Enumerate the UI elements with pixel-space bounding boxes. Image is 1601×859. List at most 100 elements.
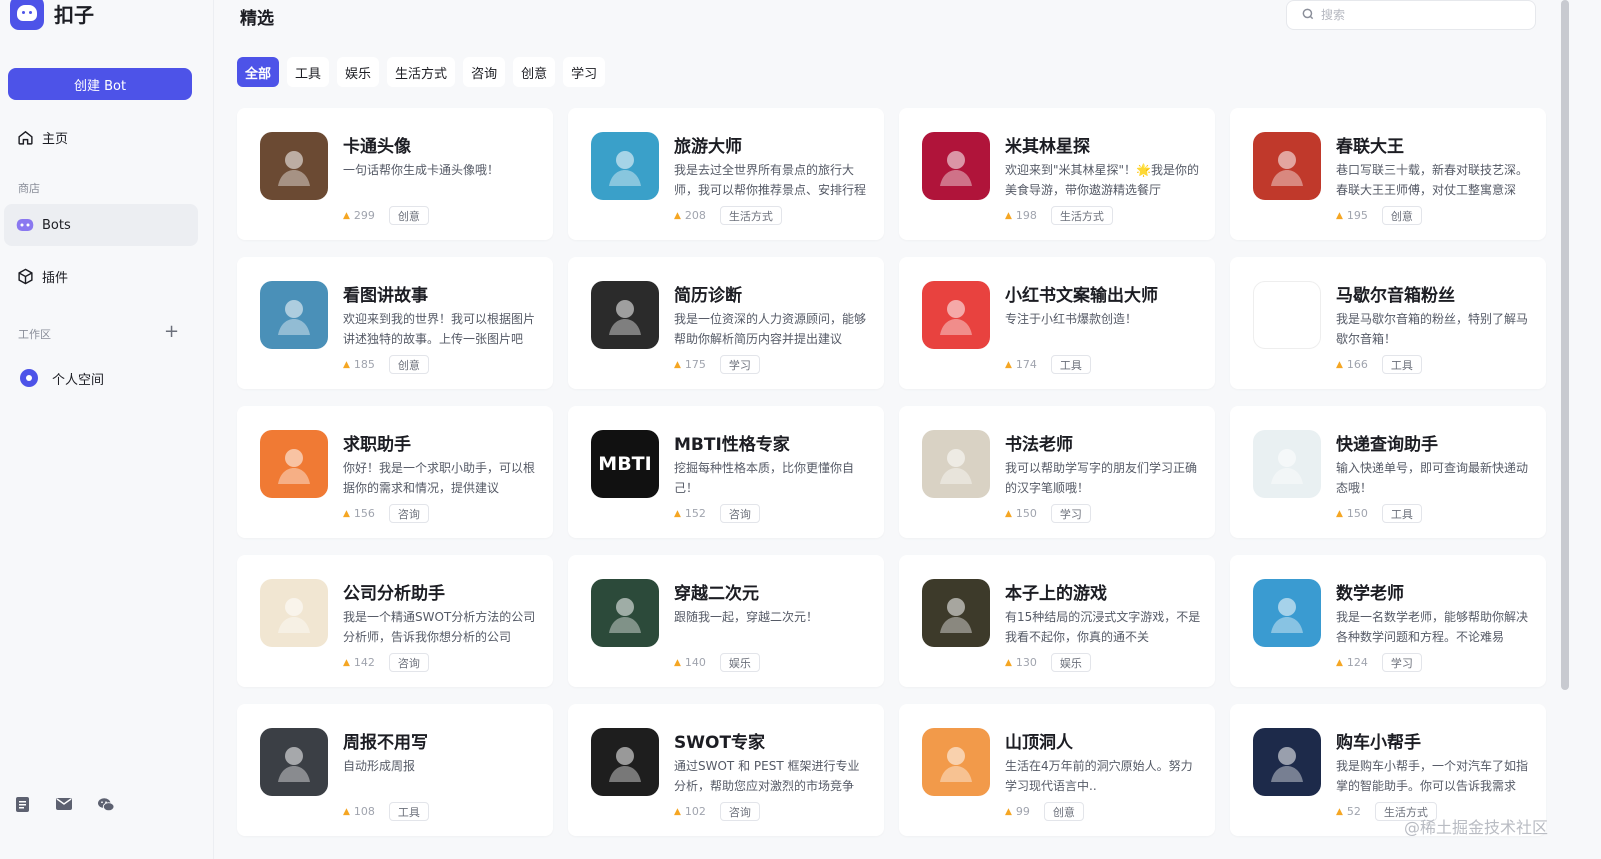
bot-meta: ▲ 124 学习 — [1336, 653, 1422, 672]
tab-learning[interactable]: 学习 — [563, 57, 606, 87]
traveler-icon — [591, 132, 659, 200]
bot-card[interactable]: 求职助手 你好！我是一个求职小助手，可以根据你的需求和情况，提供建议 ▲ 156 咨询 — [237, 406, 553, 538]
workspace-section-label: 工作区 — [18, 328, 51, 341]
sidebar-item-home[interactable]: 主页 — [4, 116, 198, 158]
company-chart-icon — [260, 579, 328, 647]
search-input[interactable] — [1321, 8, 1501, 22]
bot-title: 数学老师 — [1336, 584, 1404, 604]
bot-popularity-count: 150 — [1015, 507, 1037, 520]
bot-card[interactable]: 数学老师我是一名数学老师，能够帮助你解决各种数学问题和方程。不论难易 ▲ 124 学习 — [1230, 555, 1546, 687]
bot-card[interactable]: 卡通头像 一句话帮你生成卡通头像哦！ ▲ 299 创意 — [237, 108, 553, 240]
job-assistant-icon — [260, 430, 328, 498]
bot-card[interactable]: 周报不用写 自动形成周报 ▲ 108 工具 — [237, 704, 553, 836]
flame-icon: ▲ — [343, 359, 350, 370]
app-logo[interactable]: 扣子 — [10, 0, 94, 30]
bot-card[interactable]: 简历诊断 我是一位资深的人力资源顾问，能够帮助你解析简历内容并提出建议 ▲ 175 学习 — [568, 257, 884, 389]
bot-category-tag: 创意 — [1381, 206, 1422, 225]
bot-title: 周报不用写 — [343, 733, 428, 753]
bot-meta: ▲ 150 学习 — [1005, 504, 1091, 523]
bot-card[interactable]: 看图讲故事 欢迎来到我的世界！我可以根据图片讲述独特的故事。上传一张图片吧 ▲ 185… — [237, 257, 553, 389]
bot-card[interactable]: 山顶洞人 生活在4万年前的洞穴原始人。努力学习现代语言中.. ▲ 99 创意 — [899, 704, 1215, 836]
flame-icon: ▲ — [674, 657, 681, 668]
tab-all[interactable]: 全部 — [237, 57, 280, 87]
bot-card[interactable]: 小红书文案输出大师 专注于小红书爆款创造！ ▲ 174 工具 — [899, 257, 1215, 389]
recruiter-icon — [591, 281, 659, 349]
bot-meta: ▲ 166 工具 — [1336, 355, 1422, 374]
bot-title: 购车小帮手 — [1336, 733, 1421, 753]
bot-description: 跟随我一起，穿越二次元！ — [674, 610, 819, 624]
bot-meta: ▲ 198 生活方式 — [1005, 206, 1113, 225]
bot-card[interactable]: SWOT专家 通过SWOT 和 PEST 框架进行专业分析，帮助您应对激烈的市场竞… — [568, 704, 884, 836]
avatar-text: MBTI — [598, 453, 652, 475]
bot-popularity-count: 166 — [1346, 358, 1368, 371]
bot-popularity-count: 156 — [353, 507, 375, 520]
mail-icon[interactable] — [56, 796, 72, 812]
page-title: 精选 — [240, 9, 274, 29]
bot-category-tag: 工具 — [1381, 355, 1422, 374]
tab-creative[interactable]: 创意 — [513, 57, 556, 87]
flame-icon: ▲ — [1005, 210, 1012, 221]
tab-tools[interactable]: 工具 — [287, 57, 330, 87]
tab-lifestyle[interactable]: 生活方式 — [387, 57, 456, 87]
bot-card[interactable]: MBTI MBTI性格专家 挖掘每种性格本质，比你更懂你自己！ ▲ 152 咨询 — [568, 406, 884, 538]
bot-card[interactable]: 旅游大师 我是去过全世界所有景点的旅行大师，我可以帮你推荐景点、安排行程 ▲ 208 生… — [568, 108, 884, 240]
flame-icon: ▲ — [343, 657, 350, 668]
scrollbar-thumb[interactable] — [1561, 0, 1569, 690]
bot-category-tag: 工具 — [1381, 504, 1422, 523]
bot-meta: ▲ 130 娱乐 — [1005, 653, 1091, 672]
cube-icon — [16, 267, 34, 285]
bot-card[interactable]: 马歇尔音箱粉丝 我是马歇尔音箱的粉丝，特别了解马歇尔音箱！ ▲ 166 工具 — [1230, 257, 1546, 389]
main-content: 精选 全部 工具 娱乐 生活方式 咨询 创意 学习 卡通头像一句话帮你生成卡通头… — [214, 0, 1561, 859]
bot-title: 穿越二次元 — [674, 584, 759, 604]
bot-description: 你好！我是一个求职小助手，可以根据你的需求和情况，提供建议 — [343, 461, 536, 495]
store-section-label: 商店 — [18, 182, 40, 195]
bot-description: 通过SWOT 和 PEST 框架进行专业分析，帮助您应对激烈的市场竞争 — [674, 759, 860, 793]
xiaohongshu-icon — [922, 281, 990, 349]
flame-icon: ▲ — [1005, 508, 1012, 519]
sidebar: 扣子 创建 Bot 主页 商店 Bots 插件 工作区 + 个人空间 — [0, 0, 214, 859]
bot-card[interactable]: 穿越二次元 跟随我一起，穿越二次元！ ▲ 140 娱乐 — [568, 555, 884, 687]
bot-popularity-count: 99 — [1015, 805, 1030, 818]
bot-card[interactable]: 春联大王 巷口写联三十载，新春对联技艺深。春联大王王师傅，对仗工整寓意深 ▲ 195 创… — [1230, 108, 1546, 240]
bot-description: 我是一位资深的人力资源顾问，能够帮助你解析简历内容并提出建议 — [674, 312, 867, 346]
anime-character-icon — [591, 579, 659, 647]
flame-icon: ▲ — [674, 508, 681, 519]
create-bot-button[interactable]: 创建 Bot — [8, 68, 192, 100]
delivery-truck-icon — [1253, 430, 1321, 498]
bot-card[interactable]: 米其林星探 欢迎来到"米其林星探"！🌟我是你的美食导游，带你遨游精选餐厅 ▲ 198 生… — [899, 108, 1215, 240]
bot-popularity-count: 208 — [684, 209, 706, 222]
flame-icon: ▲ — [1336, 508, 1343, 519]
bot-popularity-count: 174 — [1015, 358, 1037, 371]
sidebar-item-plugins[interactable]: 插件 — [4, 255, 198, 297]
sidebar-item-label: 插件 — [42, 270, 69, 286]
bot-popularity-count: 108 — [353, 805, 375, 818]
bot-card[interactable]: 书法老师 我可以帮助学写字的朋友们学习正确的汉字笔顺哦！ ▲ 150 学习 — [899, 406, 1215, 538]
bot-title: 卡通头像 — [343, 137, 411, 157]
bot-popularity-count: 142 — [353, 656, 375, 669]
bot-category-tag: 工具 — [388, 802, 429, 821]
bot-description: 我是去过全世界所有景点的旅行大师，我可以帮你推荐景点、安排行程 — [674, 163, 867, 197]
calligraphy-teacher-icon — [922, 430, 990, 498]
flame-icon: ▲ — [1336, 210, 1343, 221]
wechat-icon[interactable] — [98, 796, 114, 812]
flame-icon: ▲ — [343, 210, 350, 221]
bot-meta: ▲ 174 工具 — [1005, 355, 1091, 374]
flame-icon: ▲ — [343, 508, 350, 519]
search-box[interactable] — [1286, 0, 1536, 30]
bot-description: 我是一名数学老师，能够帮助你解决各种数学问题和方程。不论难易 — [1336, 610, 1529, 644]
bot-title: 春联大王 — [1336, 137, 1404, 157]
document-icon[interactable] — [14, 796, 30, 812]
add-workspace-icon[interactable]: + — [164, 322, 179, 342]
bot-meta: ▲ 299 创意 — [343, 206, 429, 225]
bot-popularity-count: 150 — [1346, 507, 1368, 520]
bot-popularity-count: 140 — [684, 656, 706, 669]
bot-card[interactable]: 本子上的游戏 有15种结局的沉浸式文字游戏，不是我看不起你，你真的通不关 ▲ 130 娱… — [899, 555, 1215, 687]
bot-title: 求职助手 — [343, 435, 411, 455]
tab-entertainment[interactable]: 娱乐 — [337, 57, 380, 87]
bot-icon — [16, 216, 34, 234]
sidebar-item-bots[interactable]: Bots — [4, 204, 198, 246]
tab-consulting[interactable]: 咨询 — [463, 57, 506, 87]
sidebar-item-personal-space[interactable]: 个人空间 — [8, 357, 202, 399]
bot-card[interactable]: 公司分析助手 我是一个精通SWOT分析方法的公司分析师，告诉我你想分析的公司 ▲ 14… — [237, 555, 553, 687]
bot-card[interactable]: 快递查询助手 输入快递单号，即可查询最新快递动态哦！ ▲ 150 工具 — [1230, 406, 1546, 538]
